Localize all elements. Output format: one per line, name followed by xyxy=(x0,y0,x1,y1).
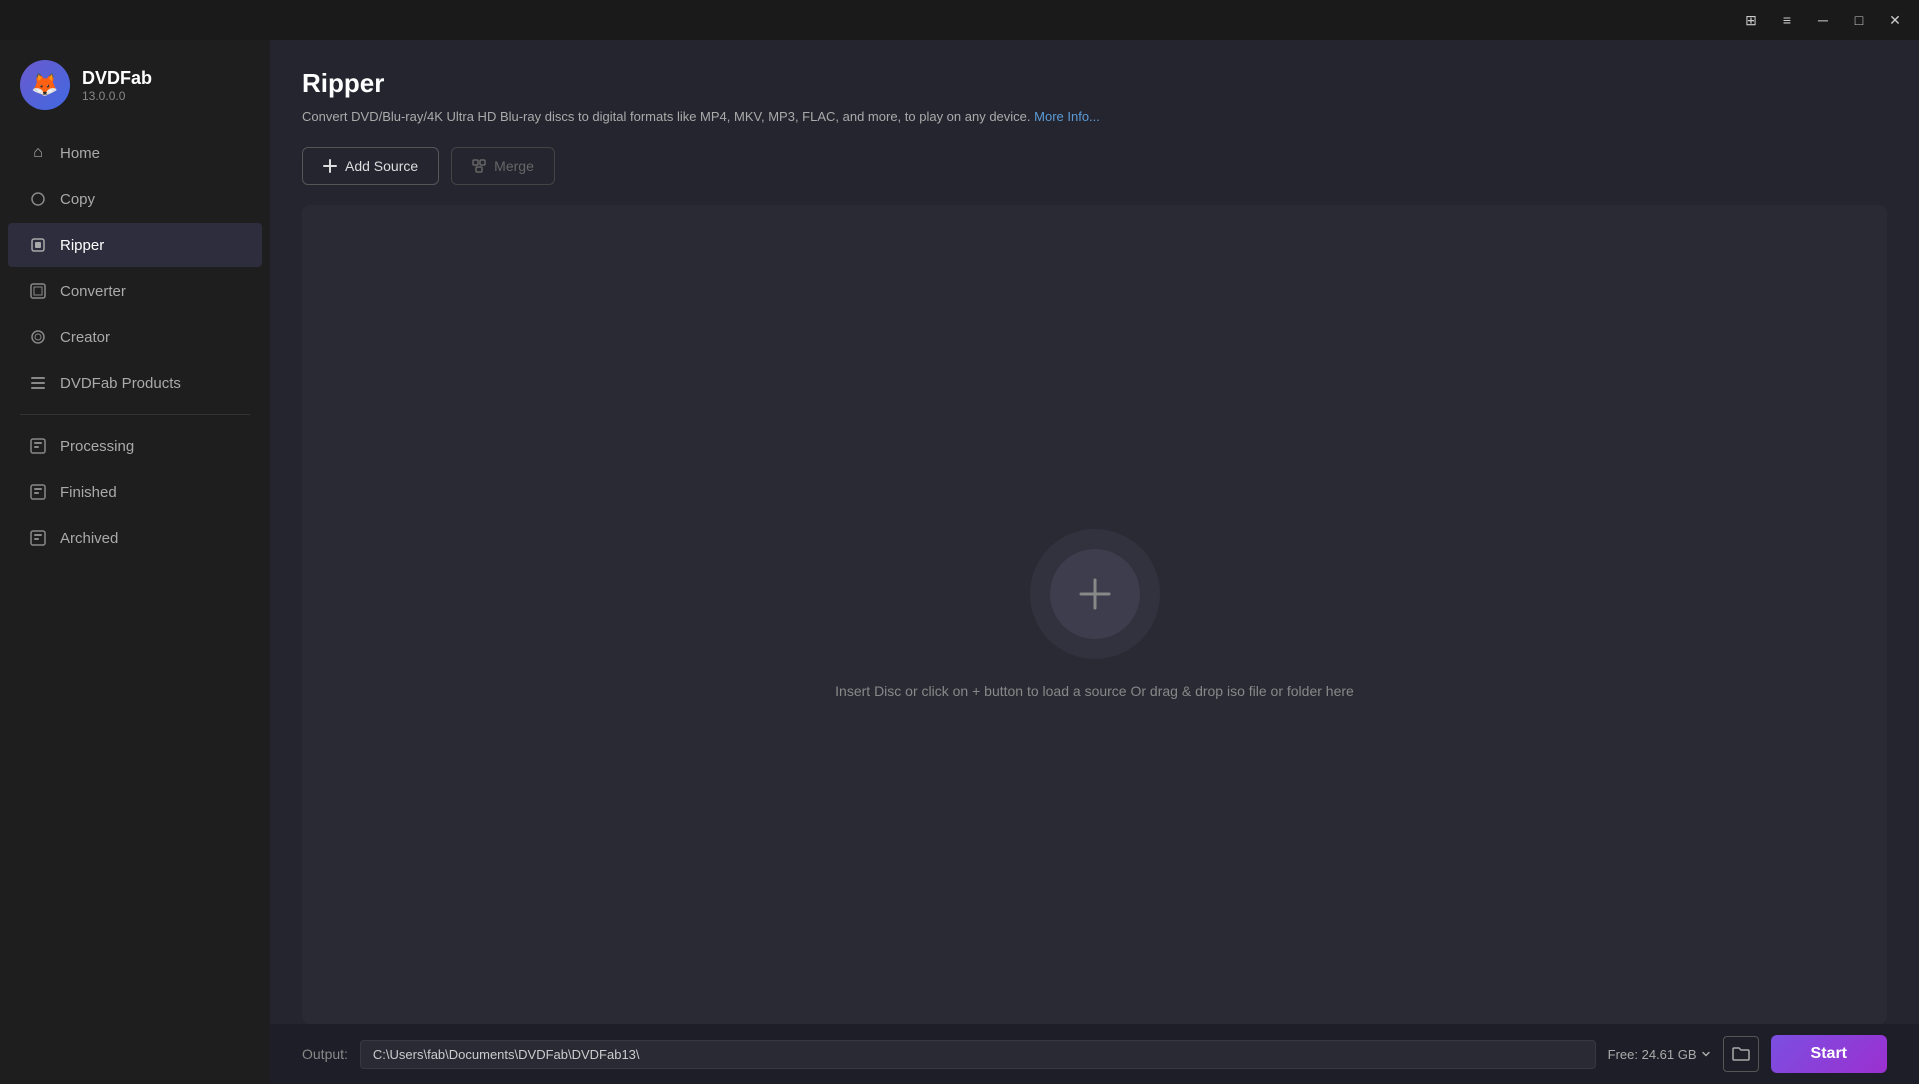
titlebar: ⊞ ≡ ─ □ ✕ xyxy=(0,0,1919,40)
page-description: Convert DVD/Blu-ray/4K Ultra HD Blu-ray … xyxy=(302,107,1887,127)
chevron-down-icon xyxy=(1701,1049,1711,1059)
app-name: DVDFab xyxy=(82,68,152,89)
sidebar-item-label: Ripper xyxy=(60,237,104,254)
plus-circle-inner xyxy=(1050,549,1140,639)
page-title: Ripper xyxy=(302,68,1887,99)
add-source-circle[interactable] xyxy=(1030,529,1160,659)
products-icon xyxy=(28,373,48,393)
ripper-icon xyxy=(28,235,48,255)
main-content: Ripper Convert DVD/Blu-ray/4K Ultra HD B… xyxy=(270,40,1919,1084)
sidebar-item-converter[interactable]: Converter xyxy=(8,269,262,313)
sidebar-item-copy[interactable]: Copy xyxy=(8,177,262,221)
sidebar-item-finished[interactable]: Finished xyxy=(8,470,262,514)
finished-icon xyxy=(28,482,48,502)
menu-button[interactable]: ≡ xyxy=(1771,6,1803,34)
logo-text: DVDFab 13.0.0.0 xyxy=(82,68,152,103)
sidebar-item-label: Copy xyxy=(60,191,95,208)
output-path[interactable]: C:\Users\fab\Documents\DVDFab\DVDFab13\ xyxy=(360,1040,1596,1069)
sidebar-item-home[interactable]: ⌂ Home xyxy=(8,131,262,175)
sidebar-item-creator[interactable]: Creator xyxy=(8,315,262,359)
archived-icon xyxy=(28,528,48,548)
home-icon: ⌂ xyxy=(28,143,48,163)
settings-button[interactable]: ⊞ xyxy=(1735,6,1767,34)
folder-icon xyxy=(1732,1046,1750,1062)
more-info-link[interactable]: More Info... xyxy=(1034,109,1100,124)
drop-hint: Insert Disc or click on + button to load… xyxy=(835,683,1354,699)
merge-button[interactable]: Merge xyxy=(451,147,555,185)
add-source-button[interactable]: Add Source xyxy=(302,147,439,185)
logo-emoji: 🦊 xyxy=(31,72,58,98)
sidebar-item-label: Archived xyxy=(60,530,118,547)
browse-folder-button[interactable] xyxy=(1723,1036,1759,1072)
plus-large-icon xyxy=(1073,572,1117,616)
drop-zone[interactable]: Insert Disc or click on + button to load… xyxy=(302,205,1887,1025)
sidebar-item-label: Creator xyxy=(60,329,110,346)
processing-icon xyxy=(28,436,48,456)
bottom-bar: Output: C:\Users\fab\Documents\DVDFab\DV… xyxy=(270,1024,1919,1084)
logo-icon: 🦊 xyxy=(20,60,70,110)
sidebar-nav: ⌂ Home Copy Ripper xyxy=(0,130,270,1084)
plus-icon xyxy=(323,159,337,173)
sidebar-item-label: Home xyxy=(60,145,100,162)
window-controls: ⊞ ≡ ─ □ ✕ xyxy=(1735,6,1911,34)
sidebar: 🦊 DVDFab 13.0.0.0 ⌂ Home Copy xyxy=(0,40,270,1084)
maximize-button[interactable]: □ xyxy=(1843,6,1875,34)
merge-label: Merge xyxy=(494,158,534,174)
sidebar-item-dvdfab-products[interactable]: DVDFab Products xyxy=(8,361,262,405)
creator-icon xyxy=(28,327,48,347)
converter-icon xyxy=(28,281,48,301)
description-text: Convert DVD/Blu-ray/4K Ultra HD Blu-ray … xyxy=(302,109,1031,124)
sidebar-item-processing[interactable]: Processing xyxy=(8,424,262,468)
app-version: 13.0.0.0 xyxy=(82,89,152,103)
copy-icon xyxy=(28,189,48,209)
sidebar-item-ripper[interactable]: Ripper xyxy=(8,223,262,267)
sidebar-item-archived[interactable]: Archived xyxy=(8,516,262,560)
sidebar-divider xyxy=(20,414,250,415)
toolbar: Add Source Merge xyxy=(270,147,1919,205)
close-button[interactable]: ✕ xyxy=(1879,6,1911,34)
minimize-button[interactable]: ─ xyxy=(1807,6,1839,34)
sidebar-item-label: Finished xyxy=(60,484,117,501)
output-label: Output: xyxy=(302,1046,348,1062)
free-space-text: Free: 24.61 GB xyxy=(1608,1047,1697,1062)
merge-icon xyxy=(472,159,486,173)
sidebar-item-label: Processing xyxy=(60,438,134,455)
add-source-label: Add Source xyxy=(345,158,418,174)
sidebar-item-label: Converter xyxy=(60,283,126,300)
page-header: Ripper Convert DVD/Blu-ray/4K Ultra HD B… xyxy=(270,40,1919,147)
free-space: Free: 24.61 GB xyxy=(1608,1047,1711,1062)
logo-area: 🦊 DVDFab 13.0.0.0 xyxy=(0,52,270,130)
sidebar-item-label: DVDFab Products xyxy=(60,375,181,392)
start-button[interactable]: Start xyxy=(1771,1035,1887,1073)
app-body: 🦊 DVDFab 13.0.0.0 ⌂ Home Copy xyxy=(0,40,1919,1084)
